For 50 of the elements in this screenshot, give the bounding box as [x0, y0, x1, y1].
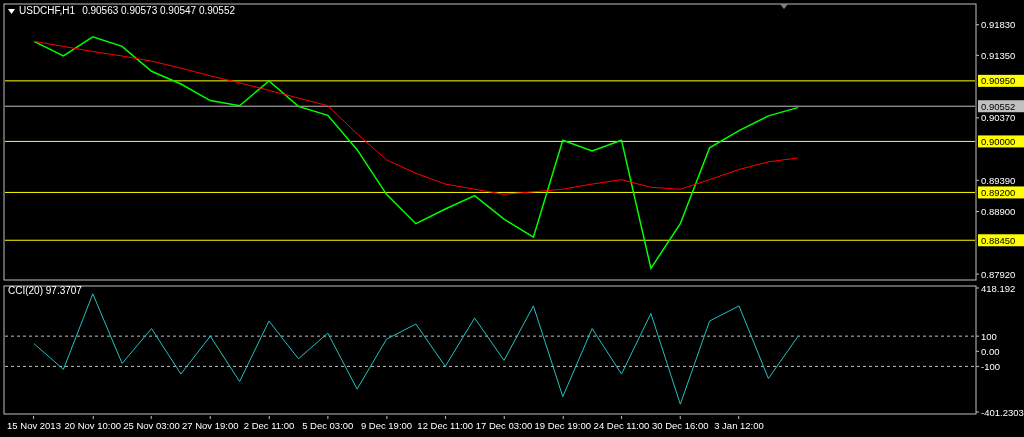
ref-line-label: 0.90950 [981, 75, 1016, 87]
time-label: 25 Nov 03:00 [123, 420, 180, 432]
axis-label: 0.91350 [981, 49, 1016, 61]
time-label: 12 Dec 11:00 [417, 420, 474, 432]
tick-mark [975, 54, 980, 56]
time-label: 20 Nov 10:00 [64, 420, 121, 432]
price-label: 0.90552 [978, 100, 1024, 113]
time-label: 17 Dec 03:00 [475, 420, 533, 432]
tick-mark [975, 350, 980, 352]
price-label: 0.90000 [978, 135, 1024, 148]
symbol-label: USDCHF,H1 [19, 5, 76, 17]
price-label: 0.88450 [978, 234, 1024, 247]
time-label: 27 Nov 19:00 [182, 420, 239, 432]
time-label: 5 Dec 03:00 [302, 420, 354, 432]
tick-mark [975, 24, 980, 26]
tick-mark [975, 287, 980, 289]
ref-line-label: 0.90552 [981, 100, 1016, 112]
dropdown-triangle-icon[interactable] [8, 8, 15, 14]
time-label: 15 Nov 2013 [7, 420, 61, 432]
tick-mark [975, 411, 980, 413]
time-label: 24 Dec 11:00 [593, 420, 650, 432]
time-label: 30 Dec 16:00 [652, 420, 709, 432]
axis-label: 0.87920 [981, 268, 1016, 280]
axis-label: 0.88900 [981, 206, 1016, 218]
time-label: 9 Dec 19:00 [360, 420, 413, 432]
axis-label: -401.2303 [981, 406, 1024, 416]
tick-mark [975, 365, 980, 367]
time-label: 3 Jan 12:00 [714, 420, 764, 432]
tick-mark [975, 211, 980, 213]
axis-label: -100 [981, 360, 1000, 372]
ref-line-label: 0.90000 [981, 135, 1016, 147]
indicator-title: CCI(20) 97.3707 [8, 285, 82, 297]
axis-label: 0.90370 [981, 112, 1016, 124]
ref-line-label: 0.88450 [981, 234, 1016, 246]
price-label: 0.90950 [978, 74, 1024, 87]
tick-mark [975, 179, 980, 181]
ref-line-label: 0.89200 [981, 186, 1016, 198]
axis-label: 0.91830 [981, 19, 1016, 31]
axis-label: 100 [981, 330, 997, 342]
tick-mark [975, 117, 980, 119]
axis-label: 0.00 [981, 345, 1000, 357]
axis-label: 418.192 [981, 282, 1016, 294]
tick-mark [975, 273, 980, 275]
time-label: 19 Dec 19:00 [534, 420, 591, 432]
ohlc-prices: 0.90563 0.90573 0.90547 0.90552 [82, 5, 236, 17]
chart-shift-icon[interactable] [780, 4, 788, 9]
axis-label: 0.89390 [981, 174, 1016, 186]
time-label: 2 Dec 11:00 [243, 420, 295, 432]
price-label: 0.89200 [978, 186, 1024, 199]
tick-mark [975, 335, 980, 337]
